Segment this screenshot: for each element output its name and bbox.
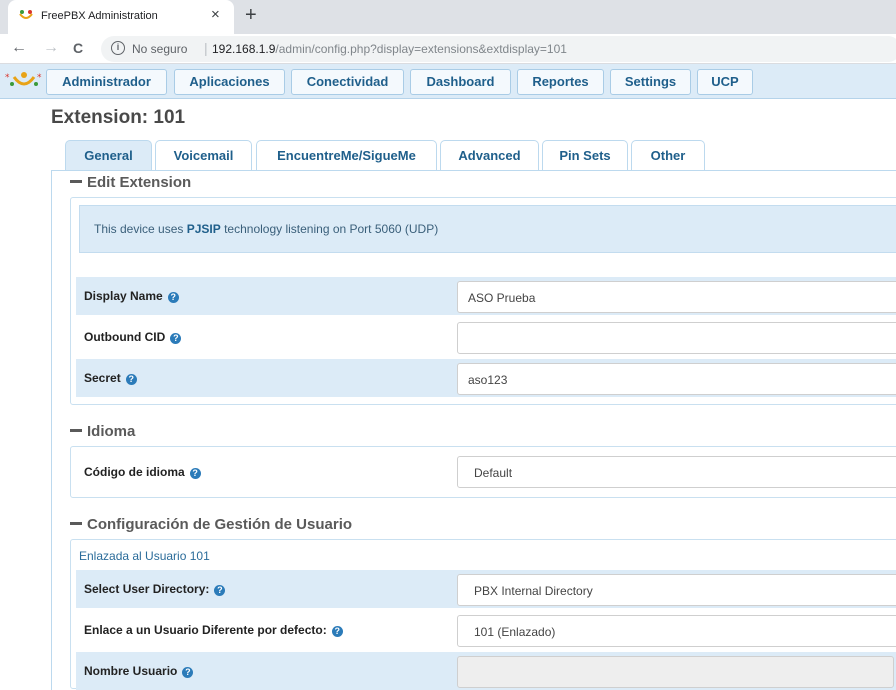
page-title: Extension: 101 xyxy=(51,107,186,128)
section-idioma-header[interactable]: Idioma xyxy=(70,423,135,440)
url-text: 192.168.1.9/admin/config.php?display=ext… xyxy=(212,42,567,56)
tab-voicemail[interactable]: Voicemail xyxy=(155,140,252,170)
section-user-mgmt-header[interactable]: Configuración de Gestión de Usuario xyxy=(70,516,352,533)
help-icon[interactable]: ? xyxy=(214,585,226,596)
back-icon[interactable]: ← xyxy=(11,39,27,57)
label-text: Select User Directory: xyxy=(84,582,210,596)
svg-text:*: * xyxy=(37,73,42,83)
collapse-icon xyxy=(70,522,82,526)
menu-aplicaciones[interactable]: Aplicaciones xyxy=(174,69,285,95)
help-icon[interactable]: ? xyxy=(182,667,194,678)
security-label: No seguro xyxy=(132,42,188,56)
collapse-icon xyxy=(70,429,82,433)
collapse-icon xyxy=(70,180,82,184)
help-icon[interactable]: ? xyxy=(170,333,182,344)
tab-other[interactable]: Other xyxy=(631,140,705,170)
section-edit-extension-header[interactable]: Edit Extension xyxy=(70,174,191,191)
label-text: Display Name xyxy=(84,289,163,303)
browser-address-bar: ← → C i No seguro | 192.168.1.9/admin/co… xyxy=(0,34,896,64)
alert-technology: PJSIP xyxy=(186,222,221,236)
main-menu-bar: * * Administrador Aplicaciones Conectivi… xyxy=(0,64,896,99)
menu-reportes[interactable]: Reportes xyxy=(517,69,604,95)
browser-tab-title: FreePBX Administration xyxy=(41,10,158,22)
svg-text:*: * xyxy=(5,73,10,83)
username-input[interactable] xyxy=(457,656,894,688)
language-label: Código de idioma? xyxy=(84,465,201,479)
display-name-label: Display Name? xyxy=(84,289,179,303)
device-info-alert: This device uses PJSIP technology listen… xyxy=(79,205,896,253)
new-tab-icon[interactable]: + xyxy=(245,4,257,27)
label-text: Enlace a un Usuario Diferente por defect… xyxy=(84,623,327,637)
tab-encuentreme-sigueme[interactable]: EncuentreMe/SigueMe xyxy=(256,140,437,170)
link-user-label: Enlace a un Usuario Diferente por defect… xyxy=(84,623,343,637)
section-title: Edit Extension xyxy=(87,174,192,191)
username-label: Nombre Usuario? xyxy=(84,664,194,678)
tab-general[interactable]: General xyxy=(65,140,152,170)
display-name-input[interactable]: ASO Prueba xyxy=(457,281,896,313)
tab-pin-sets[interactable]: Pin Sets xyxy=(542,140,628,170)
url-host: 192.168.1.9 xyxy=(212,42,276,56)
freepbx-favicon-icon xyxy=(19,10,33,19)
link-user-select[interactable]: 101 (Enlazado) xyxy=(457,615,896,647)
user-directory-label: Select User Directory:? xyxy=(84,582,226,596)
forward-icon[interactable]: → xyxy=(43,39,59,57)
info-icon[interactable]: i xyxy=(111,41,125,55)
menu-administrador[interactable]: Administrador xyxy=(46,69,167,95)
alert-text: This device uses xyxy=(94,222,187,236)
section-title: Configuración de Gestión de Usuario xyxy=(87,516,353,533)
user-directory-select[interactable]: PBX Internal Directory xyxy=(457,574,896,606)
secret-input[interactable]: aso123 xyxy=(457,363,896,395)
help-icon[interactable]: ? xyxy=(331,626,343,637)
tab-advanced[interactable]: Advanced xyxy=(440,140,539,170)
label-text: Outbound CID xyxy=(84,330,166,344)
help-icon[interactable]: ? xyxy=(167,292,179,303)
reload-icon[interactable]: C xyxy=(73,40,83,56)
url-separator: | xyxy=(204,40,208,56)
browser-tab[interactable]: FreePBX Administration × xyxy=(8,0,234,34)
freepbx-logo-icon[interactable]: * * xyxy=(4,71,44,91)
browser-tab-strip: FreePBX Administration × + xyxy=(0,0,896,34)
secret-label: Secret? xyxy=(84,371,137,385)
section-title: Idioma xyxy=(87,423,136,440)
help-icon[interactable]: ? xyxy=(189,468,201,479)
menu-settings[interactable]: Settings xyxy=(610,69,691,95)
label-text: Código de idioma xyxy=(84,465,185,479)
label-text: Nombre Usuario xyxy=(84,664,178,678)
url-path: /admin/config.php?display=extensions&ext… xyxy=(275,42,567,56)
close-tab-icon[interactable]: × xyxy=(211,6,220,23)
menu-ucp[interactable]: UCP xyxy=(697,69,753,95)
url-field[interactable]: i No seguro | 192.168.1.9/admin/config.p… xyxy=(101,36,896,62)
label-text: Secret xyxy=(84,371,121,385)
alert-text-end: technology listening on Port 5060 (UDP) xyxy=(220,222,439,236)
menu-conectividad[interactable]: Conectividad xyxy=(291,69,404,95)
language-select[interactable]: Default xyxy=(457,456,896,488)
outbound-cid-label: Outbound CID? xyxy=(84,330,182,344)
menu-dashboard[interactable]: Dashboard xyxy=(410,69,511,95)
help-icon[interactable]: ? xyxy=(125,374,137,385)
outbound-cid-input[interactable] xyxy=(457,322,896,354)
linked-user-text: Enlazada al Usuario 101 xyxy=(79,549,210,563)
